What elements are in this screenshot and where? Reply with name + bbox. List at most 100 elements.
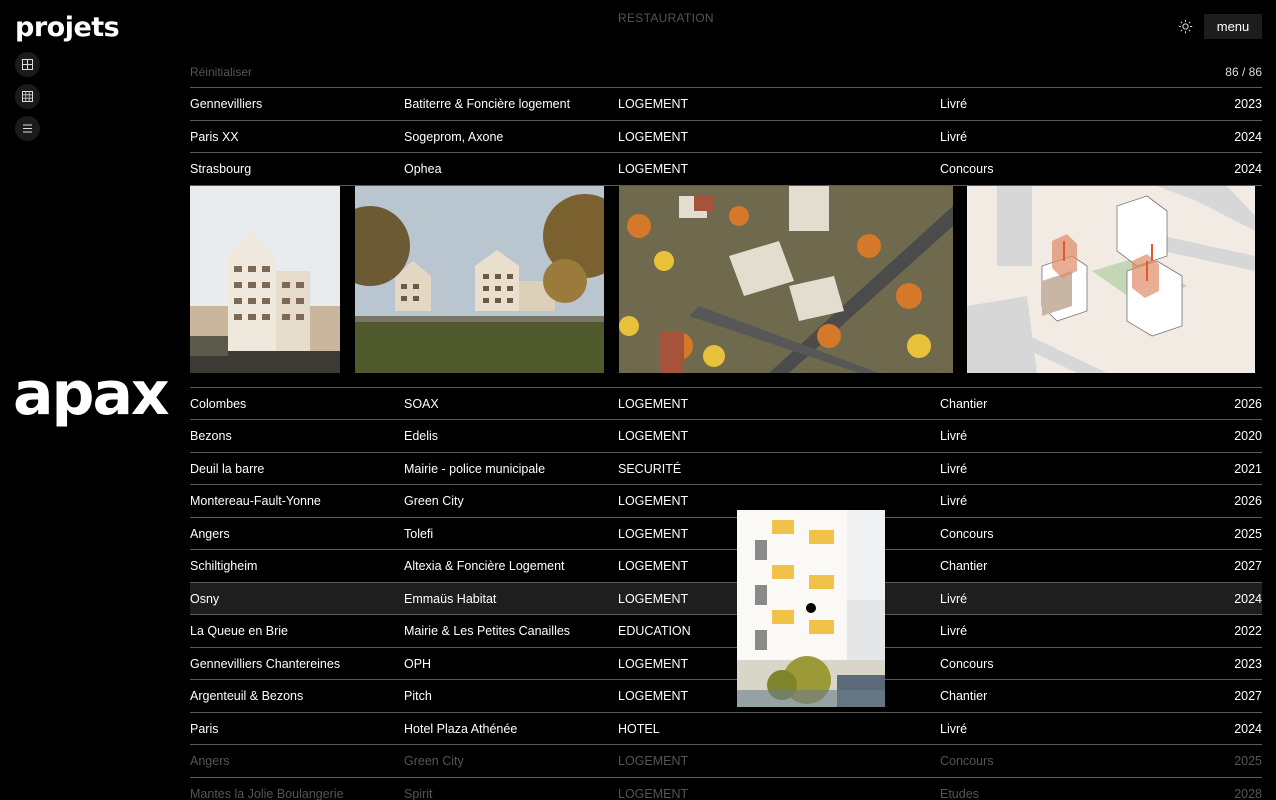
- project-year: 2026: [1234, 494, 1262, 508]
- active-filter-label[interactable]: RESTAURATION: [618, 11, 714, 25]
- reset-filters-link[interactable]: Réinitialiser: [190, 65, 252, 79]
- project-client: Edelis: [404, 429, 439, 443]
- project-year: 2026: [1234, 396, 1262, 411]
- table-row[interactable]: Montereau-Fault-Yonne Green City LOGEMENT L…: [190, 484, 1262, 517]
- gallery-image-3[interactable]: [619, 185, 953, 373]
- project-city: Strasbourg: [190, 162, 252, 176]
- project-year: 2028: [1234, 786, 1262, 800]
- project-client: Mairie & Les Petites Canailles: [404, 624, 571, 638]
- list-icon: [23, 124, 32, 133]
- project-status: Concours: [940, 754, 994, 768]
- project-status: Livré: [940, 129, 968, 144]
- project-city: Angers: [190, 526, 230, 541]
- project-program: LOGEMENT: [618, 754, 689, 768]
- list-view-button[interactable]: [15, 116, 40, 141]
- menu-button[interactable]: menu: [1204, 14, 1262, 39]
- table-row[interactable]: Schiltigheim Altexia & Foncière Logement L…: [190, 549, 1262, 582]
- project-status: Livré: [940, 721, 968, 736]
- project-year: 2027: [1234, 559, 1262, 573]
- project-program: LOGEMENT: [618, 559, 689, 573]
- project-program: LOGEMENT: [618, 396, 689, 411]
- grid-large-icon: [22, 59, 33, 70]
- grid-small-view-button[interactable]: [15, 84, 40, 109]
- project-city: La Queue en Brie: [190, 624, 288, 638]
- grid-large-view-button[interactable]: [15, 52, 40, 77]
- project-year: 2024: [1234, 162, 1262, 176]
- project-program: HOTEL: [618, 721, 660, 736]
- project-year: 2023: [1234, 656, 1262, 671]
- project-client: Spirit: [404, 786, 433, 800]
- project-client: Green City: [404, 494, 464, 508]
- project-year: 2022: [1234, 624, 1262, 638]
- table-row[interactable]: Paris Hotel Plaza Athénée HOTEL Livré 2024: [190, 711, 1262, 745]
- project-program: LOGEMENT: [618, 786, 689, 800]
- project-status: Chantier: [940, 559, 988, 573]
- table-row[interactable]: Mantes la Jolie Boulangerie Spirit LOGEMEN…: [190, 776, 1262, 800]
- table-row[interactable]: Angers Green City LOGEMENT Concours 2025: [190, 744, 1262, 777]
- table-row[interactable]: Colombes SOAX LOGEMENT Chantier 2026: [190, 386, 1262, 420]
- table-row[interactable]: Bezons Edelis LOGEMENT Livré 2020: [190, 419, 1262, 452]
- project-status: Concours: [940, 656, 994, 671]
- project-status: Livré: [940, 97, 968, 111]
- table-row[interactable]: Gennevilliers Batiterre & Foncière logeme…: [190, 87, 1262, 120]
- project-client: Ophea: [404, 162, 442, 176]
- project-program: LOGEMENT: [618, 494, 689, 508]
- table-row[interactable]: Deuil la barre Mairie - police municipale…: [190, 451, 1262, 485]
- project-city: Montereau-Fault-Yonne: [190, 494, 321, 508]
- project-gallery: [190, 184, 1262, 387]
- table-row[interactable]: Osny Emmaüs Habitat LOGEMENT Livré 2024: [190, 581, 1262, 614]
- project-program: LOGEMENT: [618, 526, 689, 541]
- project-program: LOGEMENT: [618, 97, 689, 111]
- project-status: Livré: [940, 494, 968, 508]
- project-client: Pitch: [404, 689, 432, 703]
- gallery-image-2[interactable]: [355, 185, 604, 373]
- cursor-dot: [806, 603, 816, 613]
- project-status: Chantier: [940, 396, 988, 411]
- table-row[interactable]: Strasbourg Ophea LOGEMENT Concours 2024: [190, 152, 1262, 185]
- grid-small-icon: [22, 91, 33, 102]
- table-row[interactable]: Argenteuil & Bezons Pitch LOGEMENT Chantier…: [190, 679, 1262, 712]
- gallery-image-1[interactable]: [190, 185, 340, 373]
- project-year: 2025: [1234, 754, 1262, 768]
- project-year: 2020: [1234, 429, 1262, 443]
- rows-bottom-group: Colombes SOAX LOGEMENT Chantier 2026 Bezons Ed…: [190, 386, 1262, 800]
- project-status: Chantier: [940, 689, 988, 703]
- projects-table: Gennevilliers Batiterre & Foncière logeme…: [190, 87, 1262, 800]
- park-buildings-image: [355, 185, 604, 373]
- table-row[interactable]: La Queue en Brie Mairie & Les Petites Can…: [190, 614, 1262, 647]
- rows-top-group: Gennevilliers Batiterre & Foncière logeme…: [190, 87, 1262, 185]
- project-city: Paris: [190, 721, 219, 736]
- project-city: Paris XX: [190, 129, 239, 144]
- project-year: 2021: [1234, 461, 1262, 476]
- project-status: Livré: [940, 461, 968, 476]
- apax-logo[interactable]: apax: [13, 364, 170, 424]
- project-program: EDUCATION: [618, 624, 691, 638]
- project-city: Schiltigheim: [190, 559, 258, 573]
- project-city: Gennevilliers: [190, 97, 263, 111]
- project-city: Mantes la Jolie Boulangerie: [190, 786, 344, 800]
- project-program: LOGEMENT: [618, 656, 689, 671]
- project-city: Angers: [190, 754, 230, 768]
- project-client: Emmaüs Habitat: [404, 591, 497, 606]
- gallery-image-4[interactable]: [967, 185, 1255, 373]
- sun-icon[interactable]: [1178, 19, 1193, 34]
- table-row[interactable]: Angers Tolefi LOGEMENT Concours 2025: [190, 516, 1262, 550]
- page-title[interactable]: projets: [15, 12, 120, 43]
- table-row[interactable]: Gennevilliers Chantereines OPH LOGEMENT Con…: [190, 646, 1262, 680]
- project-status: Concours: [940, 162, 994, 176]
- project-count: 86 / 86: [1225, 65, 1262, 79]
- project-city: Gennevilliers Chantereines: [190, 656, 341, 671]
- project-client: Mairie - police municipale: [404, 461, 546, 476]
- project-year: 2027: [1234, 689, 1262, 703]
- aerial-view-image: [619, 185, 953, 373]
- project-year: 2023: [1234, 97, 1262, 111]
- project-year: 2024: [1234, 721, 1262, 736]
- project-program: LOGEMENT: [618, 591, 689, 606]
- project-client: Batiterre & Foncière logement: [404, 97, 571, 111]
- project-status: Concours: [940, 526, 994, 541]
- project-program: SECURITÉ: [618, 461, 682, 476]
- project-program: LOGEMENT: [618, 689, 689, 703]
- project-year: 2024: [1234, 129, 1262, 144]
- table-row[interactable]: Paris XX Sogeprom, Axone LOGEMENT Livré 2024: [190, 119, 1262, 153]
- project-program: LOGEMENT: [618, 162, 689, 176]
